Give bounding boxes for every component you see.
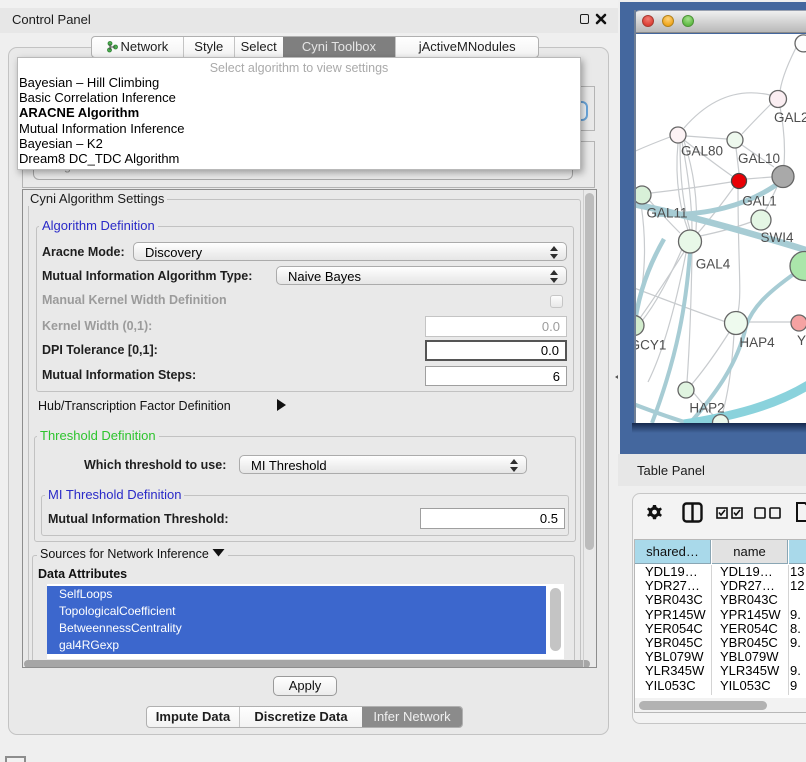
svg-text:GAL80: GAL80 [681, 144, 723, 159]
svg-text:GAL1: GAL1 [742, 194, 777, 209]
svg-text:YER: YER [797, 333, 806, 348]
svg-text:SWI4: SWI4 [760, 230, 793, 245]
svg-text:GAL4: GAL4 [696, 257, 731, 272]
svg-text:HAP2: HAP2 [689, 401, 724, 416]
svg-text:GAL10: GAL10 [738, 151, 780, 166]
svg-text:HAP4: HAP4 [739, 335, 775, 350]
svg-text:GAL11: GAL11 [646, 206, 687, 221]
svg-text:GCY1: GCY1 [634, 338, 666, 353]
svg-text:GAL2: GAL2 [774, 110, 806, 125]
